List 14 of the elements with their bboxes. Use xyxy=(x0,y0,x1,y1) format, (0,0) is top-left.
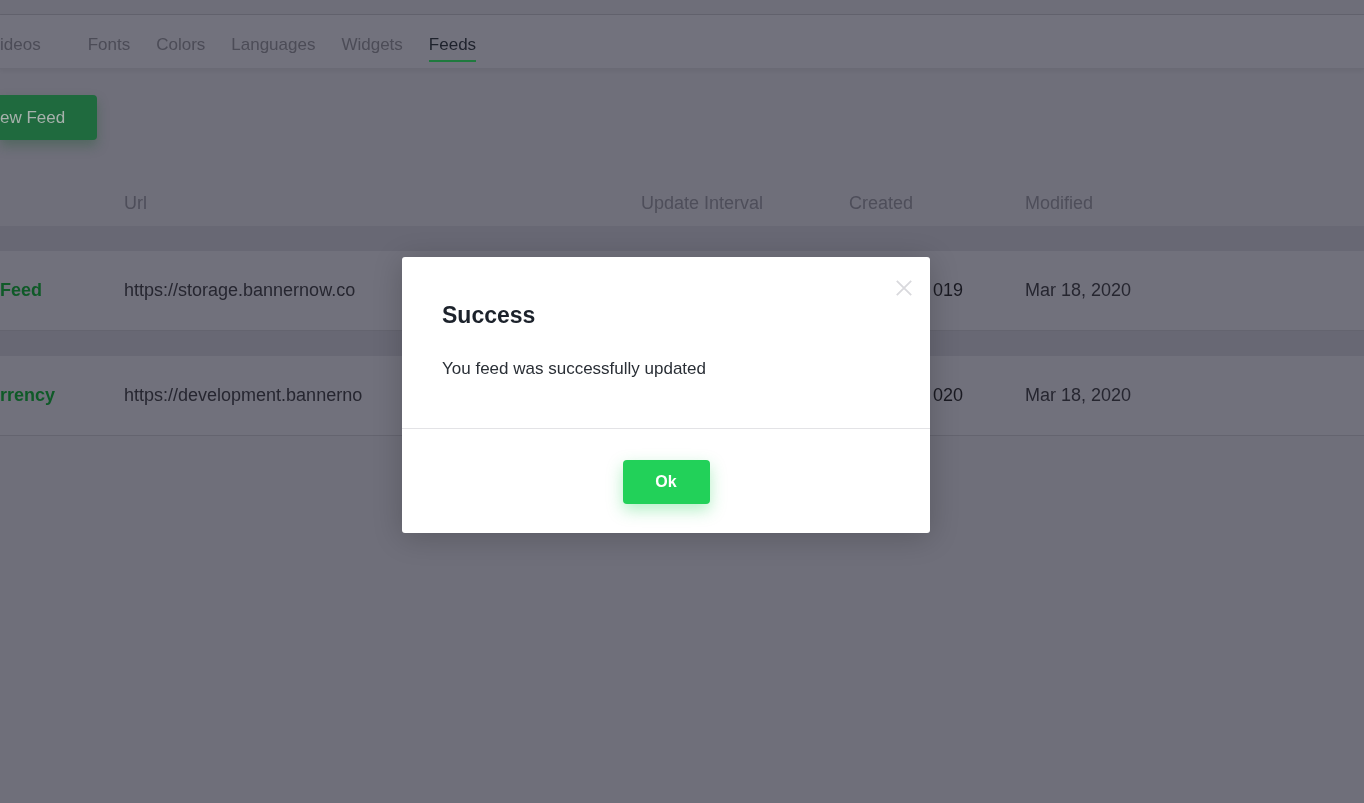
new-feed-button[interactable]: ew Feed xyxy=(0,95,98,140)
ok-button[interactable]: Ok xyxy=(622,460,710,504)
table-cell: 019 xyxy=(933,280,964,300)
feed-name-link[interactable]: Feed xyxy=(0,280,42,300)
dialog-message: You feed was successfully updated xyxy=(442,359,707,379)
table-cell: Mar 18, 2020 xyxy=(1025,280,1132,300)
table-cell: https://development.bannerno xyxy=(124,385,363,405)
dialog-title: Success xyxy=(442,302,537,329)
feed-name-link[interactable]: rrency xyxy=(0,385,56,405)
table-cell: https://storage.bannernow.co xyxy=(124,280,356,300)
close-icon[interactable] xyxy=(895,279,913,297)
table-cell: Mar 18, 2020 xyxy=(1025,385,1132,405)
tab[interactable]: Feeds xyxy=(428,25,477,62)
table-cell: 020 xyxy=(933,385,964,405)
